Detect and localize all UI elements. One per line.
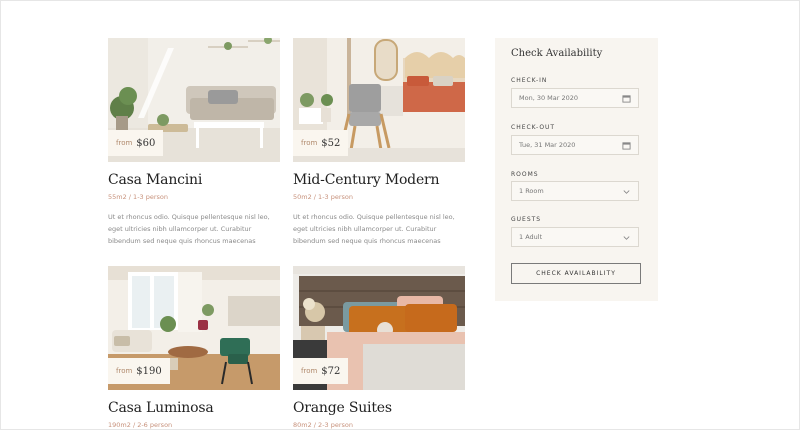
price-value: $190 bbox=[136, 365, 162, 377]
listing-photo[interactable]: from $72 bbox=[293, 266, 465, 390]
listing-card-mid-century-modern[interactable]: from $52 Mid-Century Modern 50m2 / 1-3 p… bbox=[293, 38, 465, 248]
listing-card-casa-luminosa[interactable]: from $190 Casa Luminosa 190m2 / 2-6 pers… bbox=[108, 266, 280, 431]
price-prefix: from bbox=[116, 367, 133, 375]
chevron-down-icon bbox=[623, 190, 630, 194]
checkout-date-field[interactable]: Tue, 31 Mar 2020 bbox=[511, 135, 639, 155]
listing-meta: 55m2 / 1-3 person bbox=[108, 193, 169, 201]
listing-card-casa-mancini[interactable]: from $60 Casa Mancini 55m2 / 1-3 person … bbox=[108, 38, 280, 248]
price-value: $60 bbox=[136, 137, 156, 149]
listing-meta: 80m2 / 2-3 person bbox=[293, 421, 354, 429]
rooms-value: 1 Room bbox=[519, 187, 544, 195]
price-prefix: from bbox=[301, 367, 318, 375]
checkout-label: CHECK-OUT bbox=[511, 124, 556, 131]
panel-title: Check Availability bbox=[511, 48, 603, 59]
price-prefix: from bbox=[301, 139, 318, 147]
price-tag: from $190 bbox=[108, 358, 170, 384]
checkin-label: CHECK-IN bbox=[511, 77, 548, 84]
listing-title[interactable]: Mid-Century Modern bbox=[293, 172, 440, 188]
price-tag: from $72 bbox=[293, 358, 349, 384]
check-availability-panel: Check Availability CHECK-IN Mon, 30 Mar … bbox=[495, 38, 658, 301]
rooms-label: ROOMS bbox=[511, 171, 539, 178]
listing-photo[interactable]: from $190 bbox=[108, 266, 280, 390]
guests-value: 1 Adult bbox=[519, 233, 543, 241]
guests-select[interactable]: 1 Adult bbox=[511, 227, 639, 247]
listing-title[interactable]: Casa Luminosa bbox=[108, 400, 214, 416]
price-prefix: from bbox=[116, 139, 133, 147]
listing-description: Ut et rhoncus odio. Quisque pellentesque… bbox=[293, 213, 455, 245]
listing-photo[interactable]: from $60 bbox=[108, 38, 280, 162]
listing-title[interactable]: Orange Suites bbox=[293, 400, 392, 416]
listing-photo[interactable]: from $52 bbox=[293, 38, 465, 162]
checkin-date-field[interactable]: Mon, 30 Mar 2020 bbox=[511, 88, 639, 108]
price-value: $72 bbox=[321, 365, 341, 377]
listing-description: Ut et rhoncus odio. Quisque pellentesque… bbox=[108, 213, 270, 245]
rooms-select[interactable]: 1 Room bbox=[511, 181, 639, 201]
listing-meta: 50m2 / 1-3 person bbox=[293, 193, 354, 201]
listing-meta: 190m2 / 2-6 person bbox=[108, 421, 173, 429]
check-availability-button[interactable]: CHECK AVAILABILITY bbox=[511, 263, 641, 284]
chevron-down-icon bbox=[623, 236, 630, 240]
guests-label: GUESTS bbox=[511, 216, 542, 223]
calendar-icon bbox=[622, 142, 631, 150]
checkin-value: Mon, 30 Mar 2020 bbox=[519, 94, 579, 102]
price-tag: from $60 bbox=[108, 130, 164, 156]
calendar-icon bbox=[622, 95, 631, 103]
checkout-value: Tue, 31 Mar 2020 bbox=[519, 141, 576, 149]
listing-card-orange-suites[interactable]: from $72 Orange Suites 80m2 / 2-3 person bbox=[293, 266, 465, 431]
price-value: $52 bbox=[321, 137, 341, 149]
price-tag: from $52 bbox=[293, 130, 349, 156]
listing-title[interactable]: Casa Mancini bbox=[108, 172, 202, 188]
